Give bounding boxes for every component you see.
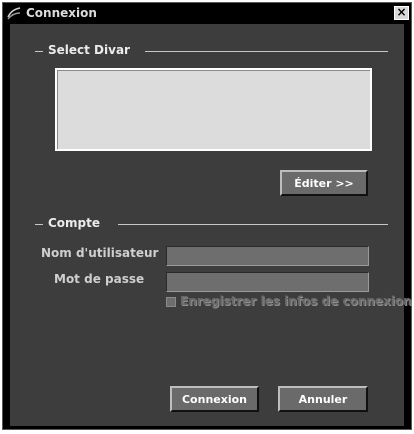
remember-checkbox[interactable] xyxy=(166,297,176,307)
password-field[interactable] xyxy=(166,272,369,292)
password-label: Mot de passe xyxy=(54,272,145,286)
edit-button[interactable]: Éditer >> xyxy=(280,170,368,196)
title-bar[interactable]: Connexion × xyxy=(3,3,411,23)
close-button[interactable]: × xyxy=(394,6,409,20)
divar-group-line-right xyxy=(145,51,388,52)
connect-button-label: Connexion xyxy=(181,392,247,406)
cable-connector-icon xyxy=(6,5,22,21)
account-group-line-left xyxy=(35,224,43,225)
account-group-label: Compte xyxy=(48,216,101,230)
connection-dialog: Connexion × Select Divar Éditer >> Compt… xyxy=(2,2,412,430)
divar-group-line-left xyxy=(35,51,43,52)
divar-list[interactable] xyxy=(55,68,372,151)
cancel-button[interactable]: Annuler xyxy=(278,386,368,412)
edit-button-label: Éditer >> xyxy=(294,176,354,190)
dialog-body: Select Divar Éditer >> Compte Nom d'util… xyxy=(10,24,412,426)
connect-button[interactable]: Connexion xyxy=(170,386,259,412)
username-field[interactable] xyxy=(166,246,369,266)
window-title: Connexion xyxy=(26,6,97,20)
close-icon: × xyxy=(396,5,407,19)
username-label: Nom d'utilisateur xyxy=(41,246,159,260)
cancel-button-label: Annuler xyxy=(298,392,348,406)
remember-label[interactable]: Enregistrer les infos de connexion xyxy=(180,294,412,308)
account-group-line-right xyxy=(118,224,388,225)
divar-group-label: Select Divar xyxy=(48,43,130,57)
